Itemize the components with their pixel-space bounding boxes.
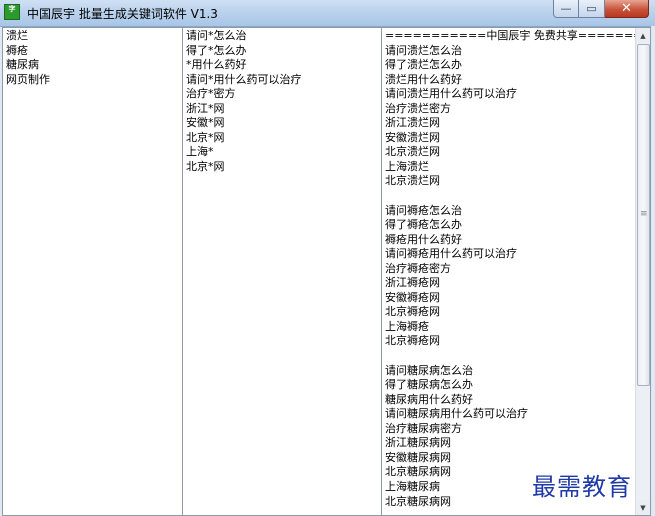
templates-lines: 请问*怎么治 得了*怎么办 *用什么药好 请问*用什么药可以治疗 治疗*密方 浙江*网 安徽…	[183, 28, 381, 174]
text-line: 治疗褥疮密方	[385, 261, 451, 275]
text-line: 治疗*密方	[186, 87, 236, 101]
minimize-button[interactable]: —	[553, 0, 579, 18]
text-line: 糖尿病用什么药好	[385, 392, 473, 406]
text-line: 安徽褥疮网	[385, 290, 440, 304]
text-line: 北京*网	[186, 159, 225, 173]
close-button[interactable]: ✕	[605, 0, 649, 18]
text-line: 浙江溃烂网	[385, 116, 440, 130]
text-line: 北京溃烂网	[385, 174, 440, 188]
text-line: 浙江褥疮网	[385, 276, 440, 290]
text-line: 请问溃烂用什么药可以治疗	[385, 87, 517, 101]
window-title: 中国辰宇 批量生成关键词软件 V1.3	[27, 7, 218, 21]
scrollbar-thumb[interactable]: ≡	[637, 44, 650, 386]
text-line: 上海溃烂	[385, 159, 429, 173]
output-textarea[interactable]: ===========中国辰宇 免费共享================请问溃烂…	[381, 27, 651, 516]
text-line: 安徽糖尿病网	[385, 450, 451, 464]
text-line: 安徽*网	[186, 116, 225, 130]
text-line: *用什么药好	[186, 58, 247, 72]
text-line: 浙江*网	[186, 101, 225, 115]
maximize-button[interactable]: ▭	[579, 0, 605, 18]
window-frame-edge	[651, 26, 655, 516]
text-line: 褥疮	[6, 43, 28, 57]
text-line: 治疗溃烂密方	[385, 101, 451, 115]
app-icon: 字	[4, 4, 20, 20]
text-line: 上海*	[186, 145, 214, 159]
scroll-down-icon[interactable]: ▼	[636, 500, 650, 515]
text-line: 请问*用什么药可以治疗	[186, 72, 302, 86]
text-line: 溃烂用什么药好	[385, 72, 462, 86]
text-line: 北京褥疮网	[385, 305, 440, 319]
text-line: 得了溃烂怎么办	[385, 58, 462, 72]
text-line: 请问糖尿病用什么药可以治疗	[385, 407, 528, 421]
text-line: 北京褥疮网	[385, 334, 440, 348]
templates-textarea[interactable]: 请问*怎么治 得了*怎么办 *用什么药好 请问*用什么药可以治疗 治疗*密方 浙江*网 安徽…	[182, 27, 382, 516]
text-line: 北京*网	[186, 130, 225, 144]
text-line	[385, 349, 650, 364]
text-line: 溃烂	[6, 29, 28, 42]
text-line: 请问褥疮怎么治	[385, 203, 462, 217]
title-bar[interactable]: 字 中国辰宇 批量生成关键词软件 V1.3 — ▭ ✕	[0, 0, 655, 27]
text-line: 糖尿病	[6, 58, 39, 72]
text-line: ===========中国辰宇 免费共享================	[385, 29, 650, 42]
text-line: 得了*怎么办	[186, 43, 247, 57]
text-line	[385, 189, 650, 204]
text-line: 上海褥疮	[385, 319, 429, 333]
text-line: 浙江糖尿病网	[385, 436, 451, 450]
scroll-up-icon[interactable]: ▲	[636, 28, 650, 43]
text-line: 请问糖尿病怎么治	[385, 363, 473, 377]
text-line: 请问褥疮用什么药可以治疗	[385, 247, 517, 261]
keywords-textarea[interactable]: 溃烂 褥疮 糖尿病 网页制作	[2, 27, 183, 516]
grip-icon: ≡	[640, 209, 648, 219]
text-line: 治疗糖尿病密方	[385, 421, 462, 435]
text-line: 请问溃烂怎么治	[385, 43, 462, 57]
output-lines: ===========中国辰宇 免费共享================请问溃烂…	[382, 28, 650, 509]
text-line: 安徽溃烂网	[385, 130, 440, 144]
keywords-lines: 溃烂 褥疮 糖尿病 网页制作	[3, 28, 182, 87]
watermark-text: 最需教育	[532, 473, 632, 501]
text-line: 褥疮用什么药好	[385, 232, 462, 246]
output-scrollbar[interactable]: ▲ ≡ ▼	[635, 28, 650, 515]
window-controls: — ▭ ✕	[553, 0, 649, 20]
text-line: 北京溃烂网	[385, 145, 440, 159]
text-line: 得了褥疮怎么办	[385, 218, 462, 232]
text-line: 请问*怎么治	[186, 29, 247, 42]
text-line: 得了糖尿病怎么办	[385, 378, 473, 392]
text-line: 网页制作	[6, 72, 50, 86]
